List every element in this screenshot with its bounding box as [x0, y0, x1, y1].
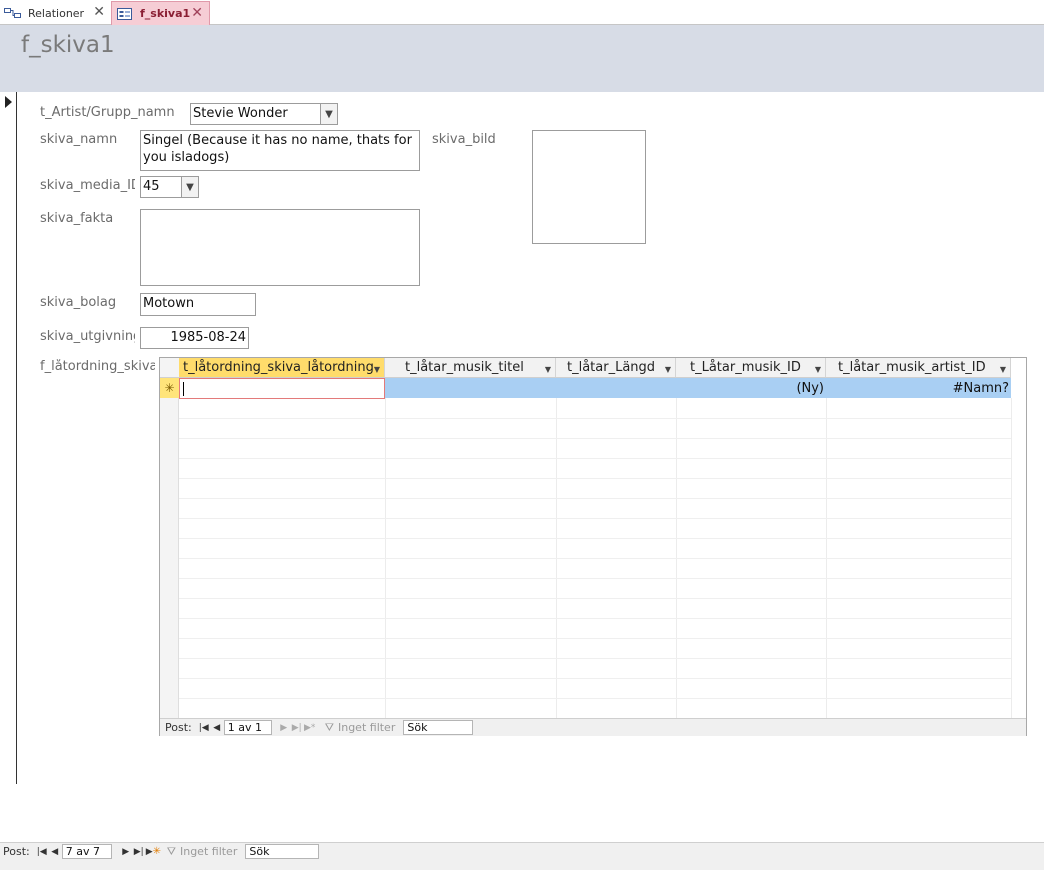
first-record-icon[interactable]: |◀ [198, 723, 210, 733]
filter-icon: ⛛ [324, 720, 334, 734]
grid-line [179, 698, 1011, 699]
chevron-down-icon[interactable]: ▼ [815, 365, 821, 374]
document-tab-bar: Relationer ✕ f_skiva1 ✕ [0, 0, 1044, 25]
artist-combo[interactable]: Stevie Wonder ▼ [190, 103, 338, 125]
chevron-down-icon[interactable]: ▼ [181, 177, 198, 197]
grid-line [179, 658, 1011, 659]
grid-line [179, 438, 1011, 439]
grid-line [179, 518, 1011, 519]
grid-line [179, 598, 1011, 599]
filter-toggle[interactable]: ⛛ Inget filter [325, 721, 396, 735]
close-icon[interactable]: ✕ [93, 5, 105, 19]
chevron-down-icon[interactable]: ▼ [374, 365, 380, 374]
row-selector-column[interactable] [160, 358, 179, 718]
record-position-input[interactable]: 1 av 1 [223, 720, 272, 735]
utgivning-field[interactable]: 1985-08-24 [140, 327, 249, 349]
chevron-down-icon[interactable]: ▼ [1000, 365, 1006, 374]
grid-line [179, 418, 1011, 419]
bolag-field[interactable]: Motown [140, 293, 256, 316]
column-header-label: t_Låtar_musik_ID [690, 360, 801, 375]
next-record-icon[interactable]: ▶ [120, 847, 132, 857]
grid-line [179, 578, 1011, 579]
column-header-musik-id[interactable]: t_Låtar_musik_ID ▼ [676, 358, 826, 378]
grid-line [179, 478, 1011, 479]
column-header-latordning[interactable]: t_låtordning_skiva_låtordning ▼ [179, 358, 385, 378]
chevron-down-icon[interactable]: ▼ [545, 365, 551, 374]
column-header-label: t_låtar_Längd [567, 360, 656, 375]
musik-id-cell[interactable]: (Ny) [676, 378, 826, 398]
record-position-input[interactable]: 7 av 7 [61, 844, 112, 859]
previous-record-icon[interactable]: ◀ [211, 723, 223, 733]
form-header: f_skiva1 [0, 25, 1044, 92]
column-header-label: t_låtar_musik_artist_ID [838, 360, 986, 375]
form-icon [116, 7, 134, 20]
grid-line [179, 558, 1011, 559]
fakta-label: skiva_fakta [40, 211, 114, 226]
grid-line [1011, 398, 1012, 718]
new-record-icon[interactable]: ✳ [160, 378, 179, 398]
grid-line [179, 618, 1011, 619]
filter-label: Inget filter [337, 721, 396, 734]
record-label: Post: [3, 845, 30, 858]
new-record-nav-icon[interactable]: ▶✳ [146, 846, 161, 857]
artist-value: Stevie Wonder [193, 106, 288, 121]
record-selector[interactable] [0, 92, 17, 784]
grid-line [179, 458, 1011, 459]
skiva-namn-field[interactable]: Singel (Because it has no name, thats fo… [140, 130, 420, 171]
close-icon[interactable]: ✕ [191, 6, 203, 20]
chevron-down-icon[interactable]: ▼ [665, 365, 671, 374]
relationships-icon [4, 7, 22, 19]
grid-line [179, 638, 1011, 639]
form-title: f_skiva1 [21, 32, 115, 58]
new-record-nav-icon[interactable]: ▶* [304, 723, 316, 733]
first-record-icon[interactable]: |◀ [36, 847, 48, 857]
main-navigation-bar: Post: |◀ ◀ 7 av 7 ▶ ▶| ▶✳ ⛛ Inget filter… [0, 842, 1044, 860]
media-id-label: skiva_media_ID [40, 178, 135, 193]
last-record-icon[interactable]: ▶| [291, 723, 303, 733]
bolag-label: skiva_bolag [40, 295, 117, 310]
select-all-corner[interactable] [160, 358, 179, 378]
artist-label: t_Artist/Grupp_namn [40, 105, 175, 120]
column-header-label: t_låtar_musik_titel [405, 360, 524, 375]
next-record-icon[interactable]: ▶ [278, 723, 290, 733]
tab-relationer-label: Relationer [28, 6, 85, 20]
latordning-edit-cell[interactable] [179, 378, 385, 399]
text-caret [183, 382, 184, 396]
previous-record-icon[interactable]: ◀ [49, 847, 61, 857]
fakta-field[interactable] [140, 209, 420, 286]
filter-toggle[interactable]: ⛛ Inget filter [167, 845, 238, 859]
column-header-artist-id[interactable]: t_låtar_musik_artist_ID ▼ [826, 358, 1011, 378]
search-input[interactable]: Sök [403, 720, 474, 735]
skiva-bild-label: skiva_bild [432, 132, 496, 147]
tab-f-skiva1-label: f_skiva1 [140, 7, 191, 20]
filter-icon: ⛛ [166, 844, 176, 858]
chevron-down-icon[interactable]: ▼ [320, 104, 337, 124]
grid-line [179, 538, 1011, 539]
subform-datasheet[interactable]: ✳ t_låtordning_skiva_låtordning ▼ t_låta… [159, 357, 1027, 736]
subform-label: f_låtordning_skiva [40, 359, 155, 374]
utgivning-label: skiva_utgivning [40, 329, 135, 344]
last-record-icon[interactable]: ▶| [133, 847, 145, 857]
filter-label: Inget filter [179, 845, 238, 858]
skiva-bild-image[interactable] [532, 130, 646, 244]
tab-relationer[interactable]: Relationer ✕ [0, 1, 111, 25]
skiva-namn-label: skiva_namn [40, 132, 118, 147]
column-header-label: t_låtordning_skiva_låtordning [183, 360, 374, 375]
subform-navigation-bar: Post: |◀ ◀ 1 av 1 ▶ ▶| ▶* ⛛ Inget filter… [160, 718, 1026, 736]
media-id-value: 45 [143, 179, 160, 194]
column-header-titel[interactable]: t_låtar_musik_titel ▼ [385, 358, 556, 378]
record-label: Post: [165, 721, 192, 734]
artist-id-cell[interactable]: #Namn? [826, 378, 1011, 398]
search-input[interactable]: Sök [245, 844, 320, 859]
current-record-icon [5, 96, 12, 108]
grid-line [179, 678, 1011, 679]
tab-f-skiva1[interactable]: f_skiva1 ✕ [111, 1, 210, 25]
status-strip [0, 860, 1044, 870]
media-id-combo[interactable]: 45 ▼ [140, 176, 199, 198]
grid-line [179, 498, 1011, 499]
column-header-langd[interactable]: t_låtar_Längd ▼ [556, 358, 676, 378]
